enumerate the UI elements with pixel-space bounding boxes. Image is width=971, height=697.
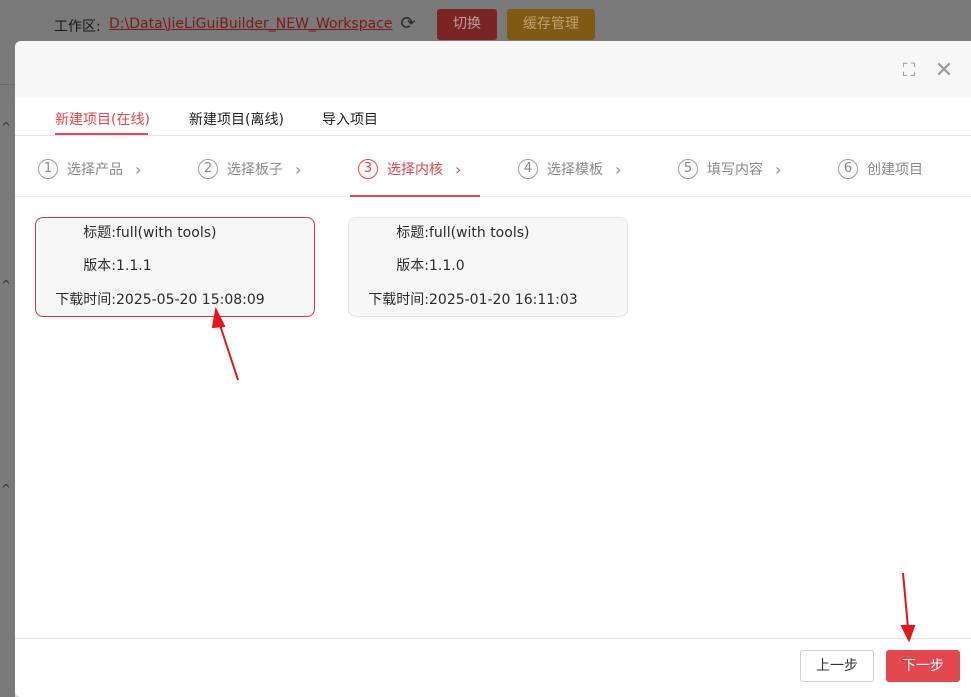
step-number: 1 [38, 159, 58, 179]
version-label: 版本: [83, 258, 116, 274]
tab-import-project[interactable]: 导入项目 [322, 109, 378, 129]
step-label: 创建项目 [867, 162, 923, 178]
workspace-path-link[interactable]: D:\Data\JieLiGuiBuilder_NEW_Workspace [109, 16, 393, 32]
step-number: 6 [838, 159, 858, 179]
version-label: 版本: [396, 258, 429, 274]
step-number: 3 [358, 159, 378, 179]
chevron-right-icon: › [295, 159, 302, 179]
previous-step-button[interactable]: 上一步 [800, 650, 874, 682]
step-select-kernel[interactable]: 3 选择内核 › [358, 157, 461, 181]
step-select-product[interactable]: 1 选择产品 › [38, 157, 141, 181]
next-step-button[interactable]: 下一步 [886, 650, 960, 682]
chevron-right-icon: › [135, 159, 142, 179]
download-time-label: 下载时间: [55, 292, 116, 308]
download-time-label: 下载时间: [368, 292, 429, 308]
chevron-right-icon: › [455, 159, 462, 179]
kernel-version: 1.1.0 [429, 258, 465, 274]
dialog-header: ⛶ ✕ [15, 41, 971, 97]
step-label: 选择模板 [547, 162, 603, 178]
background-sidebar [0, 48, 15, 697]
dialog-footer: 上一步 下一步 [15, 638, 971, 697]
chevron-right-icon: › [775, 159, 782, 179]
project-tabs: 新建项目(在线) 新建项目(离线) 导入项目 [15, 97, 971, 136]
chevron-right-icon: › [615, 159, 622, 179]
download-time: 2025-05-20 15:08:09 [116, 292, 265, 308]
cache-manage-button[interactable]: 缓存管理 [507, 9, 595, 40]
tab-new-offline[interactable]: 新建项目(离线) [189, 109, 284, 129]
chevron-up-icon: ^ [1, 482, 12, 496]
refresh-icon[interactable]: ⟳ [397, 13, 419, 35]
tab-new-online[interactable]: 新建项目(在线) [55, 109, 150, 129]
step-number: 4 [518, 159, 538, 179]
fullscreen-icon[interactable]: ⛶ [899, 61, 919, 81]
step-label: 填写内容 [707, 162, 763, 178]
step-label: 选择内核 [387, 162, 443, 178]
step-label: 选择产品 [67, 162, 123, 178]
chevron-up-icon: ^ [1, 120, 12, 134]
title-label: 标题: [83, 225, 116, 241]
step-number: 5 [678, 159, 698, 179]
step-select-template[interactable]: 4 选择模板 › [518, 157, 621, 181]
step-label: 选择板子 [227, 162, 283, 178]
active-step-indicator [350, 195, 480, 197]
kernel-card[interactable]: 标题:full(with tools) 版本:1.1.0 下载时间:2025-0… [348, 217, 628, 317]
step-fill-content[interactable]: 5 填写内容 › [678, 157, 781, 181]
workspace-label: 工作区: [54, 19, 101, 35]
new-project-dialog: ⛶ ✕ 新建项目(在线) 新建项目(离线) 导入项目 1 选择产品 › 2 选择… [15, 41, 971, 697]
step-create-project[interactable]: 6 创建项目 [838, 157, 923, 181]
wizard-steps: 1 选择产品 › 2 选择板子 › 3 选择内核 › 4 选择模板 › 5 填写… [15, 137, 971, 197]
background-divider [0, 84, 15, 85]
title-label: 标题: [396, 225, 429, 241]
kernel-version: 1.1.1 [116, 258, 152, 274]
chevron-up-icon: ^ [1, 278, 12, 292]
kernel-title: full(with tools) [429, 225, 530, 241]
active-tab-indicator [55, 133, 148, 135]
step-number: 2 [198, 159, 218, 179]
kernel-title: full(with tools) [116, 225, 217, 241]
kernel-card[interactable]: 标题:full(with tools) 版本:1.1.1 下载时间:2025-0… [35, 217, 315, 317]
switch-button[interactable]: 切换 [437, 9, 497, 40]
download-time: 2025-01-20 16:11:03 [429, 292, 578, 308]
close-icon[interactable]: ✕ [934, 60, 954, 82]
step-select-board[interactable]: 2 选择板子 › [198, 157, 301, 181]
